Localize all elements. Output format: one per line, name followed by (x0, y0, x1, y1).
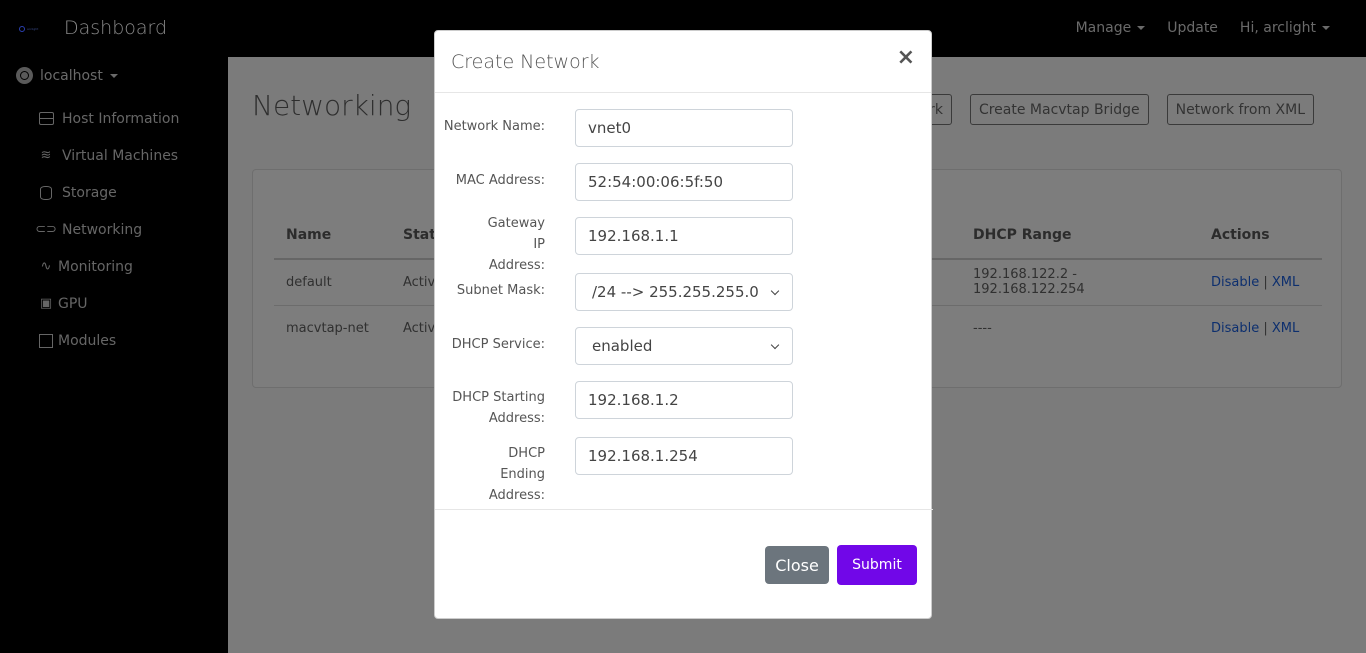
manage-menu[interactable]: Manage (1076, 20, 1146, 36)
ubuntu-icon (16, 67, 33, 84)
cell-dhcp-range: ---- (973, 320, 992, 336)
chevron-down-icon (770, 340, 780, 349)
mac-address-input[interactable]: 52:54:00:06:5f:50 (575, 163, 793, 201)
layers-icon: ≋ (40, 148, 52, 163)
dhcp-start-label: DHCP Starting Address: (452, 390, 545, 426)
gateway-ip-input[interactable]: 192.168.1.1 (575, 217, 793, 255)
top-nav: Manage Update Hi, arclight (1076, 20, 1330, 36)
separator: | (1263, 274, 1268, 290)
dhcp-end-label: DHCP Ending Address: (488, 446, 545, 503)
submit-button[interactable]: Submit (837, 545, 917, 585)
host-selector[interactable]: localhost (16, 67, 118, 84)
sidebar-item-virtual-machines[interactable]: ≋ Virtual Machines (38, 137, 179, 174)
cell-name: macvtap-net (286, 320, 369, 336)
dhcp-service-value: enabled (592, 337, 653, 355)
sidebar-item-label: GPU (58, 295, 88, 312)
update-link[interactable]: Update (1167, 20, 1218, 36)
subnet-mask-select[interactable]: /24 --> 255.255.255.0 (575, 273, 793, 311)
cell-actions: Disable | XML (1199, 305, 1322, 351)
network-from-xml-button[interactable]: Network from XML (1166, 94, 1314, 125)
brand-title[interactable]: Dashboard (64, 17, 167, 39)
logo[interactable]: arclight (19, 26, 38, 32)
sidebar-item-monitoring[interactable]: ∿ Monitoring (38, 248, 179, 285)
manage-label: Manage (1075, 20, 1132, 36)
dhcp-end-input[interactable]: 192.168.1.254 (575, 437, 793, 475)
link-icon: ⊂⊃ (35, 222, 57, 237)
dhcp-service-select[interactable]: enabled (575, 327, 793, 365)
close-button[interactable]: Close (765, 546, 829, 584)
gpu-card-icon: ▣ (39, 296, 53, 311)
column-header-actions: Actions (1199, 212, 1322, 260)
logo-icon (19, 26, 25, 32)
subnet-mask-value: /24 --> 255.255.255.0 (592, 283, 759, 301)
dhcp-start-input[interactable]: 192.168.1.2 (575, 381, 793, 419)
logo-text: arclight (27, 27, 39, 31)
create-network-modal: Create Network × Network Name: vnet0 MAC… (434, 30, 933, 619)
close-icon[interactable]: × (897, 47, 915, 69)
modal-header: Create Network × (435, 31, 931, 93)
sidebar: localhost Host Information ≋ Virtual Mac… (0, 57, 228, 653)
modal-title: Create Network (451, 51, 600, 73)
user-label: Hi, arclight (1239, 20, 1316, 36)
caret-down-icon (109, 73, 118, 78)
sidebar-item-label: Storage (62, 184, 117, 201)
activity-icon: ∿ (40, 259, 52, 274)
sidebar-item-gpu[interactable]: ▣ GPU (38, 285, 179, 322)
sidebar-item-storage[interactable]: Storage (38, 174, 179, 211)
page-title: Networking (252, 89, 412, 122)
cell-name: default (274, 259, 391, 306)
sidebar-item-networking[interactable]: ⊂⊃ Networking (35, 211, 179, 248)
sidebar-item-label: Virtual Machines (62, 147, 179, 164)
sidebar-item-label: Modules (58, 332, 117, 349)
column-header-name: Name (274, 212, 391, 260)
dhcp-service-label: DHCP Service: (451, 337, 545, 352)
create-macvtap-bridge-button[interactable]: Create Macvtap Bridge (969, 94, 1149, 125)
user-menu[interactable]: Hi, arclight (1240, 20, 1330, 36)
cell-actions: Disable | XML (1199, 259, 1322, 306)
xml-link[interactable]: XML (1272, 275, 1299, 290)
mac-address-label: MAC Address: (455, 173, 545, 188)
sidebar-item-label: Networking (62, 221, 143, 238)
sidebar-nav: Host Information ≋ Virtual Machines Stor… (35, 100, 179, 359)
database-icon (38, 185, 54, 200)
network-name-input[interactable]: vnet0 (575, 109, 793, 147)
sidebar-item-label: Host Information (62, 110, 180, 127)
separator: | (1263, 320, 1268, 336)
cell-dhcp-range: 192.168.122.2 - 192.168.122.254 (961, 259, 1199, 306)
network-name-label: Network Name: (443, 119, 545, 134)
server-icon (38, 112, 54, 126)
sidebar-item-label: Monitoring (58, 258, 133, 275)
modal-footer: Close Submit (435, 509, 933, 619)
box-icon (38, 333, 54, 348)
gateway-ip-label: Gateway IP Address: (487, 216, 545, 273)
xml-link[interactable]: XML (1272, 321, 1299, 336)
host-label: localhost (40, 67, 103, 84)
column-header-dhcp-range: DHCP Range (961, 212, 1199, 260)
caret-down-icon (1137, 26, 1146, 30)
chevron-down-icon (770, 286, 780, 295)
sidebar-item-modules[interactable]: Modules (38, 322, 179, 359)
subnet-mask-label: Subnet Mask: (456, 283, 545, 298)
disable-link[interactable]: Disable (1211, 275, 1259, 290)
sidebar-item-host-information[interactable]: Host Information (38, 100, 179, 137)
caret-down-icon (1322, 26, 1330, 30)
disable-link[interactable]: Disable (1211, 321, 1259, 336)
